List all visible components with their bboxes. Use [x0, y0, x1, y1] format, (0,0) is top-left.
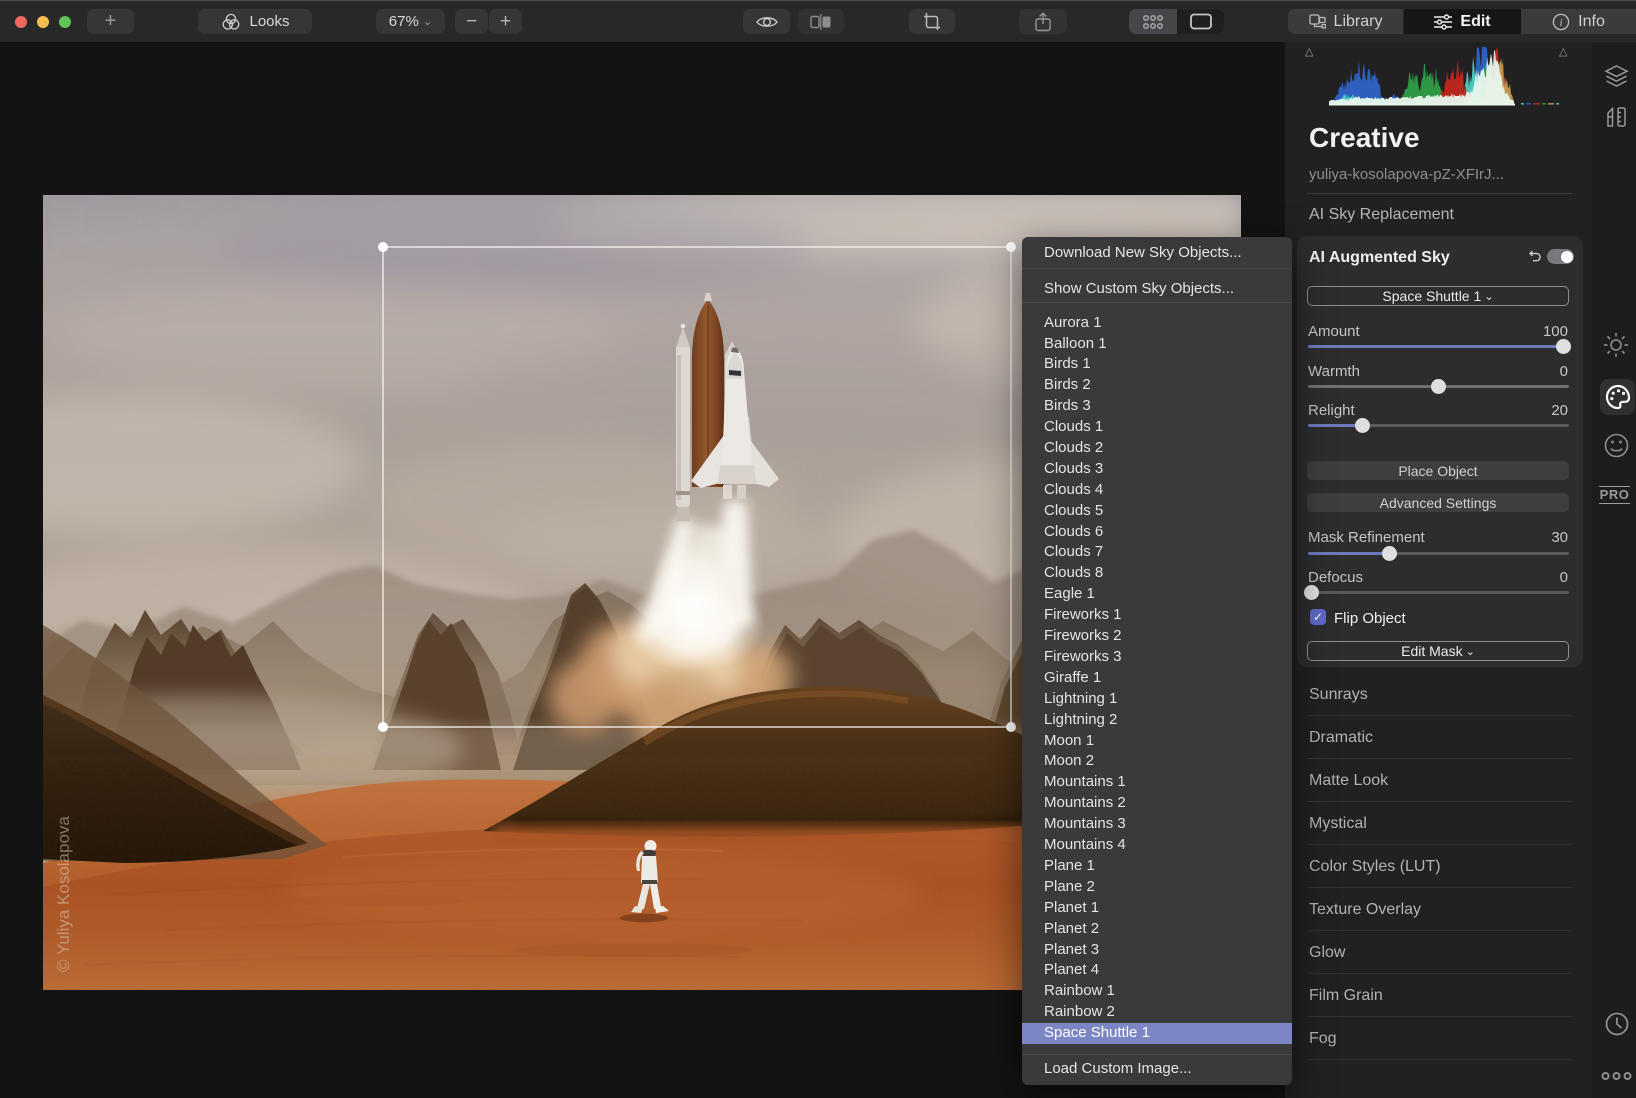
svg-text:© Yuliya Kosolapova: © Yuliya Kosolapova — [54, 816, 73, 972]
svg-text:i: i — [1560, 17, 1563, 29]
